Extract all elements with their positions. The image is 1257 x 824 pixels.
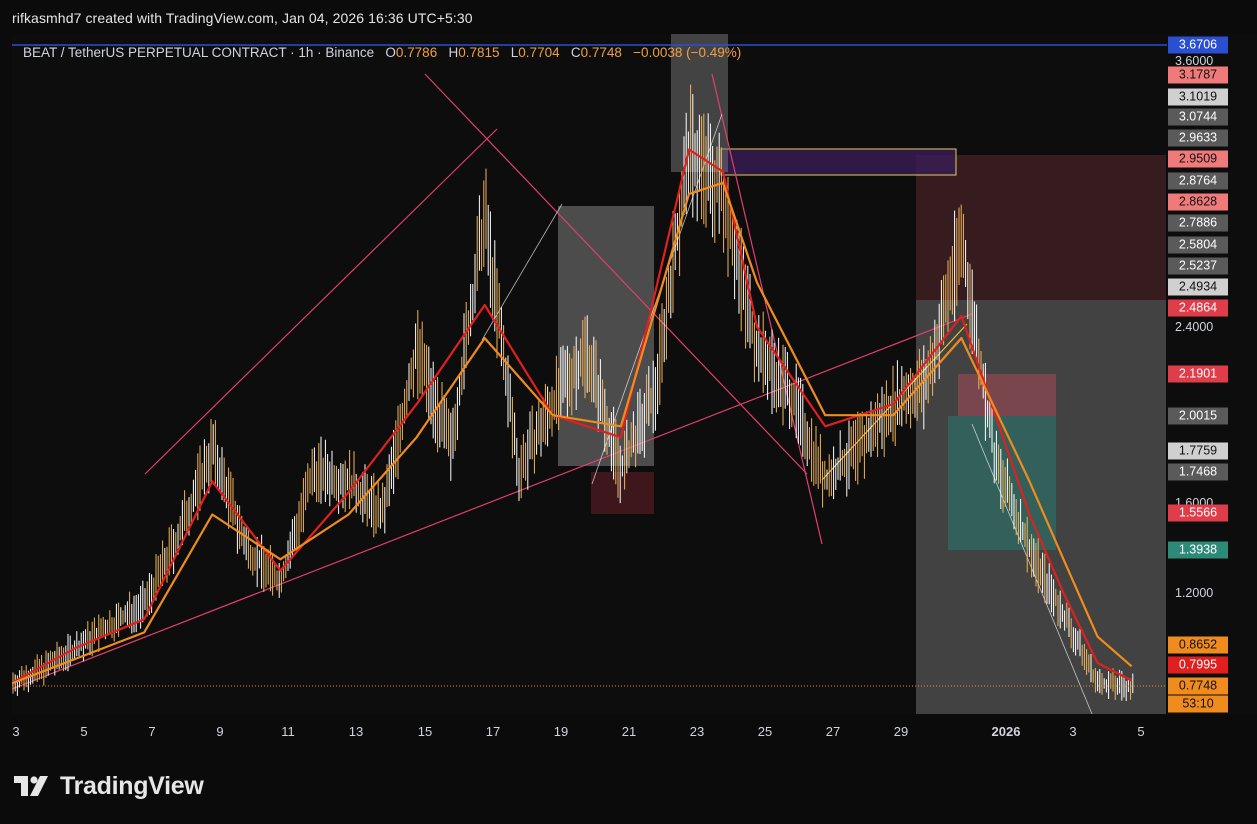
chart-svg[interactable] [12, 34, 1167, 714]
price-badge[interactable]: 2.7886 [1168, 214, 1228, 232]
time-tick-label: 5 [80, 724, 88, 739]
low-value: 0.7704 [518, 45, 560, 60]
close-value: 0.7748 [580, 45, 622, 60]
time-tick-label: 15 [417, 724, 433, 739]
time-tick-label: 19 [553, 724, 569, 739]
price-badge[interactable]: 1.7759 [1168, 442, 1228, 460]
time-tick-label: 13 [348, 724, 364, 739]
steep-trendline[interactable] [711, 73, 823, 545]
time-axis[interactable]: 3 5 7 9 11 13 15 17 19 21 23 25 27 29 2026 3 5 [12, 714, 1167, 750]
open-label: O [385, 45, 396, 60]
time-tick-label: 9 [216, 724, 224, 739]
price-badge[interactable]: 0.8652 [1168, 636, 1228, 654]
time-tick-label: 7 [148, 724, 156, 739]
open-value: 0.7786 [395, 45, 438, 60]
tradingview-logo: TradingView [14, 772, 204, 801]
bar-countdown: 53:10 [1168, 695, 1228, 713]
price-scale[interactable]: 1.2000 1.6000 2.4000 3.6000 3.6706 3.1787 3.10… [1167, 34, 1257, 714]
change-value: −0.0038 (−0.49%) [633, 45, 742, 60]
position-risk-zone[interactable] [958, 374, 1056, 416]
time-tick-label: 2026 [991, 724, 1021, 739]
price-badge[interactable]: 2.8764 [1168, 172, 1228, 190]
price-badge[interactable]: 3.6706 [1168, 36, 1228, 54]
price-badge[interactable]: 3.1019 [1168, 88, 1228, 106]
time-tick-label: 29 [893, 724, 909, 739]
time-tick-label: 23 [689, 724, 705, 739]
time-tick-label: 5 [1137, 724, 1145, 739]
chart-plot-area[interactable] [12, 34, 1167, 714]
time-tick-label: 17 [485, 724, 501, 739]
chart-attribution: rifkasmhd7 created with TradingView.com,… [12, 10, 473, 26]
time-tick-label: 27 [825, 724, 841, 739]
short-stop-zone[interactable] [916, 155, 1166, 300]
price-badge[interactable]: 2.1901 [1168, 365, 1228, 383]
price-badge[interactable]: 3.0744 [1168, 108, 1228, 126]
price-badge[interactable]: 0.7995 [1168, 656, 1228, 674]
supply-zone[interactable] [720, 148, 957, 176]
tradingview-logo-icon [14, 775, 48, 796]
price-badge[interactable]: 2.5804 [1168, 236, 1228, 254]
price-badge[interactable]: 2.4934 [1168, 278, 1228, 296]
symbol-title[interactable]: BEAT / TetherUS PERPETUAL CONTRACT · 1h … [23, 45, 374, 60]
price-badge[interactable]: 0.7748 [1168, 677, 1228, 695]
price-badge[interactable]: 3.1787 [1168, 66, 1228, 84]
high-value: 0.7815 [458, 45, 500, 60]
time-tick-label: 21 [621, 724, 637, 739]
price-badge[interactable]: 2.9633 [1168, 129, 1228, 147]
price-badge[interactable]: 2.9509 [1168, 150, 1228, 168]
time-tick-label: 3 [12, 724, 20, 739]
price-tick-label: 1.2000 [1175, 586, 1214, 600]
symbol-legend[interactable]: BEAT / TetherUS PERPETUAL CONTRACT · 1h … [23, 45, 741, 60]
price-badge[interactable]: 1.3938 [1168, 541, 1228, 559]
high-label: H [448, 45, 459, 60]
price-badge[interactable]: 2.8628 [1168, 193, 1228, 211]
close-label: C [570, 45, 581, 60]
price-badge[interactable]: 2.4864 [1168, 299, 1228, 317]
price-badge[interactable]: 2.5237 [1168, 257, 1228, 275]
price-badge[interactable]: 1.5566 [1168, 504, 1228, 522]
time-tick-label: 3 [1069, 724, 1077, 739]
tradingview-logo-text: TradingView [60, 772, 204, 800]
time-tick-label: 11 [281, 724, 295, 739]
price-badge[interactable]: 1.7468 [1168, 463, 1228, 481]
price-badge[interactable]: 2.0015 [1168, 407, 1228, 425]
price-tick-label: 2.4000 [1175, 320, 1214, 335]
time-tick-label: 25 [757, 724, 773, 739]
ascending-trendline[interactable] [12, 313, 973, 690]
range-box-red[interactable] [591, 472, 654, 514]
